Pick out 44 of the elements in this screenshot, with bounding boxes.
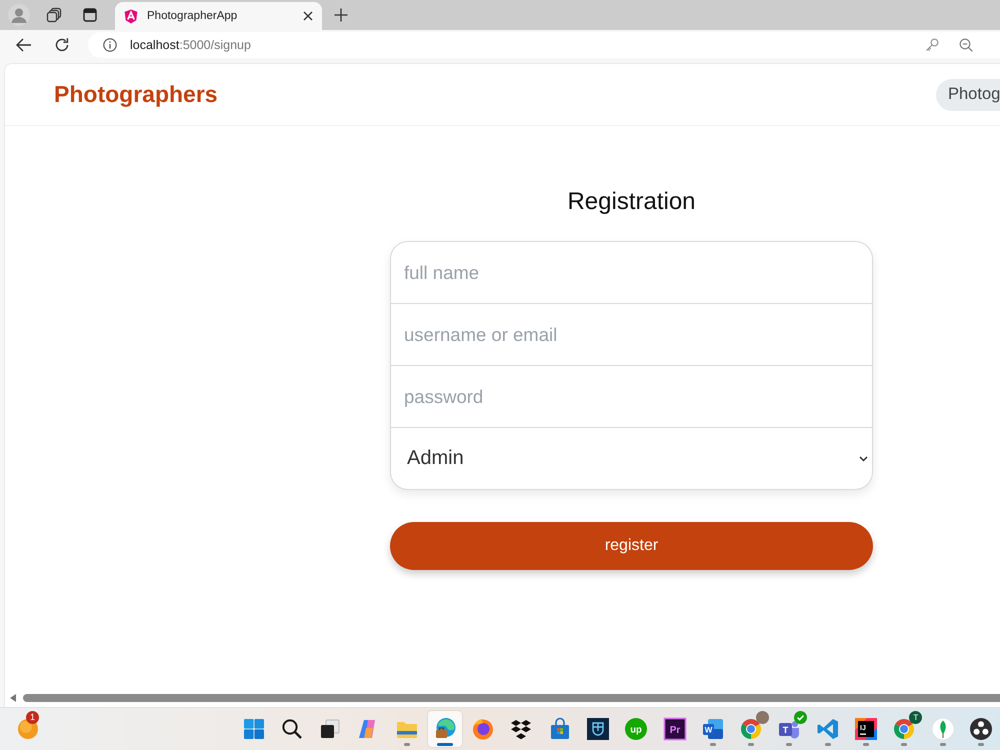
avatar-icon bbox=[756, 711, 770, 724]
address-bar[interactable]: localhost:5000/signup bbox=[88, 32, 1000, 58]
notification-badge: 1 bbox=[26, 711, 39, 724]
ribbon-icon bbox=[816, 717, 840, 741]
select-field[interactable]: Admin bbox=[391, 428, 872, 489]
colored-ring-icon bbox=[739, 717, 764, 741]
stacked-squares-icon[interactable] bbox=[46, 7, 62, 23]
brand-link[interactable]: Photographers bbox=[54, 81, 218, 108]
start-icon bbox=[242, 717, 266, 741]
page-title: Registration bbox=[566, 187, 697, 217]
scroll-left-icon[interactable] bbox=[10, 694, 16, 702]
flame-globe-icon bbox=[471, 717, 496, 741]
zoom-out-icon[interactable] bbox=[959, 38, 973, 52]
scrollbar-thumb[interactable] bbox=[23, 694, 1000, 702]
shield-icon bbox=[124, 8, 138, 24]
letter-badge: T bbox=[909, 711, 922, 724]
letter-disc-icon: up bbox=[624, 717, 648, 741]
app-tile-icon bbox=[586, 717, 610, 741]
key-icon[interactable] bbox=[925, 38, 939, 52]
info-icon[interactable] bbox=[103, 38, 117, 52]
taskbar-button[interactable]: W bbox=[696, 711, 730, 747]
window-icon[interactable] bbox=[83, 8, 97, 22]
chevron-down-icon bbox=[859, 456, 868, 462]
leaf-icon bbox=[930, 717, 955, 741]
reload-icon[interactable] bbox=[54, 37, 70, 53]
nav-button[interactable]: Photog bbox=[936, 78, 1000, 110]
letter-tile-icon: Pr bbox=[662, 717, 687, 741]
back-icon[interactable] bbox=[16, 38, 32, 52]
close-icon[interactable] bbox=[303, 11, 313, 21]
taskbar-button[interactable]: T bbox=[772, 711, 806, 747]
aperture-icon bbox=[968, 717, 993, 741]
plus-icon[interactable] bbox=[334, 8, 348, 22]
address-text: localhost:5000/signup bbox=[130, 38, 252, 52]
password-field[interactable]: password bbox=[391, 366, 872, 427]
text-field[interactable]: full name bbox=[391, 242, 872, 303]
text-field[interactable]: username or email bbox=[391, 304, 872, 365]
taskbar-button[interactable]: T bbox=[887, 711, 922, 747]
task-view-icon bbox=[318, 717, 342, 741]
check-badge-icon bbox=[794, 711, 808, 724]
taskbar-button[interactable]: Pr bbox=[658, 711, 692, 747]
diamonds-icon bbox=[509, 717, 534, 741]
submit-button[interactable]: register bbox=[390, 522, 873, 570]
search-icon bbox=[280, 717, 304, 741]
browser-tab[interactable]: PhotographerApp bbox=[115, 2, 322, 30]
